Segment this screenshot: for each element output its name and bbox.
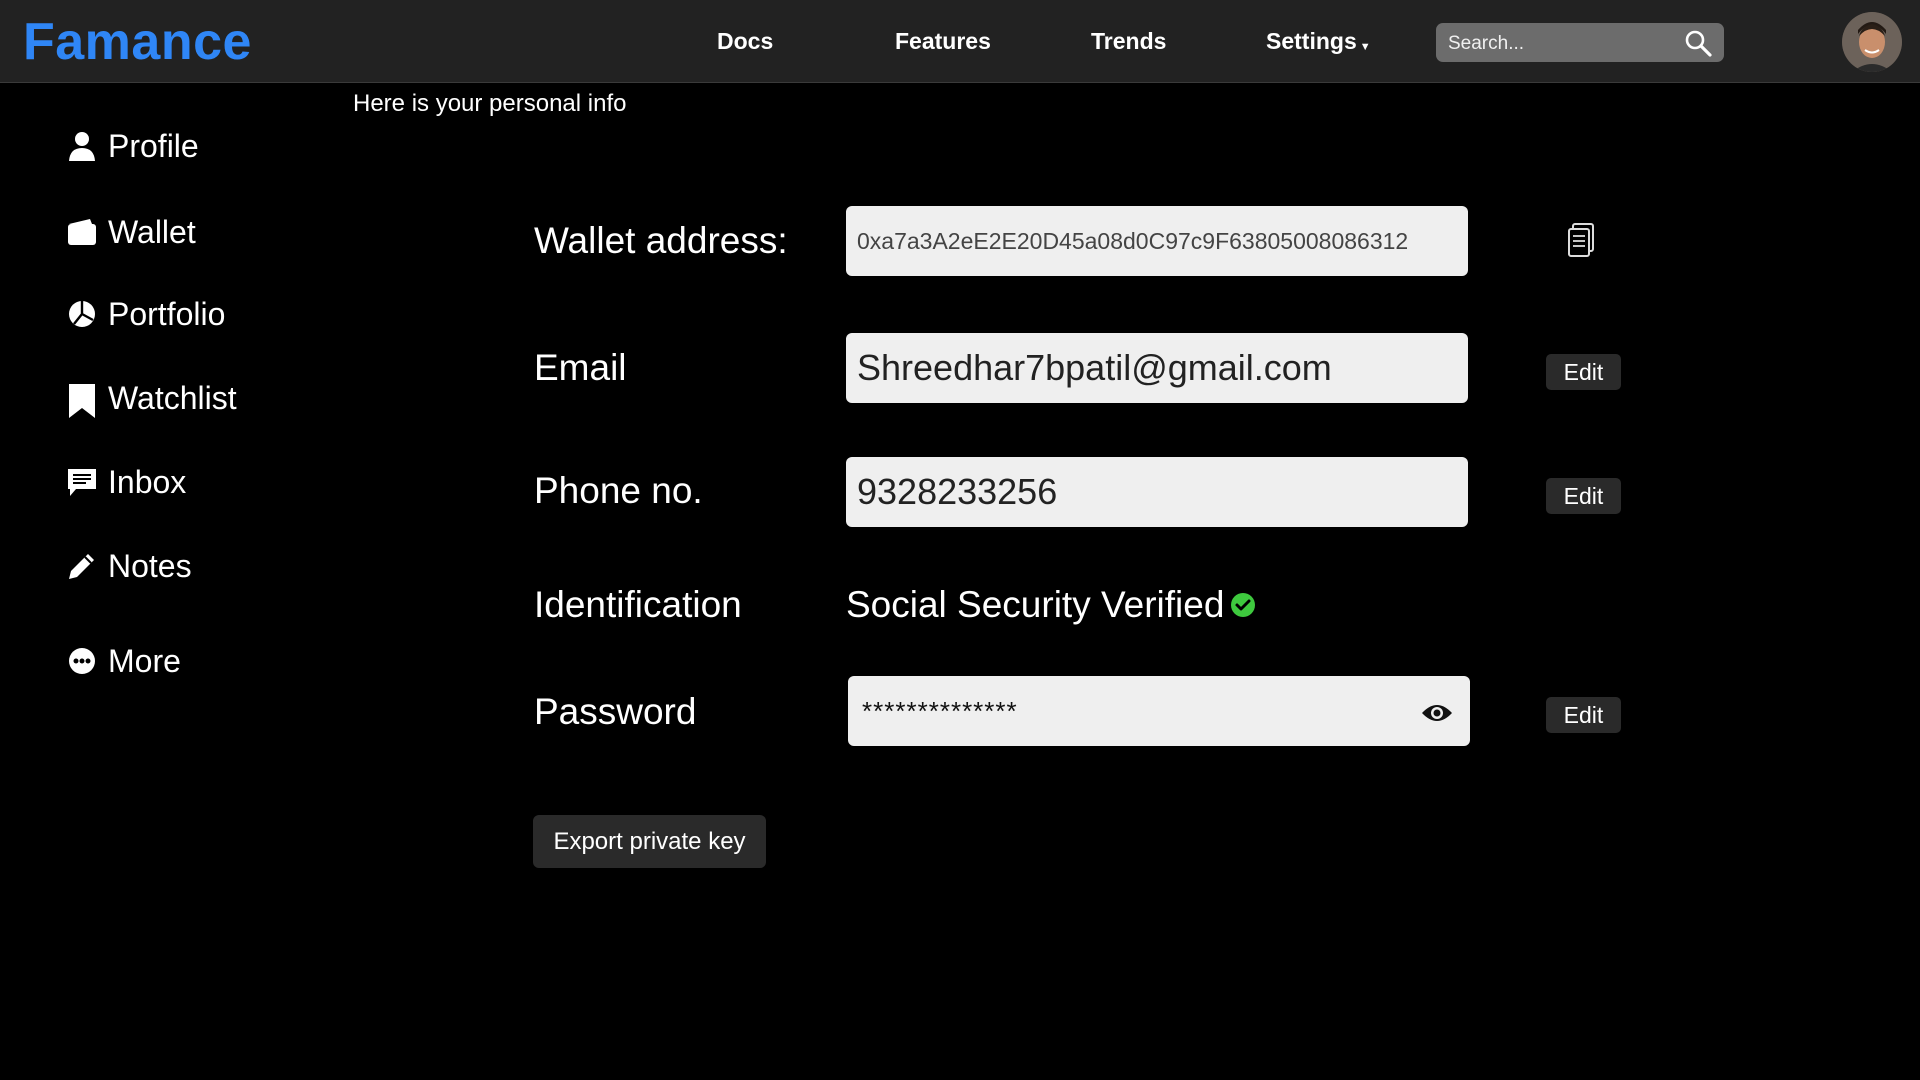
sidebar-item-watchlist[interactable]: Watchlist <box>66 378 237 418</box>
identification-value: Social Security Verified <box>846 584 1225 625</box>
nav-settings-dropdown[interactable]: Settings ▼ <box>1266 28 1371 55</box>
sidebar-item-label: Inbox <box>108 463 187 500</box>
nav-docs-link[interactable]: Docs <box>717 28 773 55</box>
sidebar-item-more[interactable]: More <box>66 641 181 681</box>
verified-check-icon <box>1231 593 1256 617</box>
more-dots-icon <box>66 645 98 677</box>
wallet-address-field[interactable]: 0xa7a3A2eE2E20D45a08d0C97c9F638050080863… <box>846 206 1468 276</box>
export-private-key-button[interactable]: Export private key <box>533 815 766 868</box>
password-field[interactable]: ************** <box>848 676 1470 746</box>
email-field[interactable]: Shreedhar7bpatil@gmail.com <box>846 333 1468 403</box>
eye-icon[interactable] <box>1420 701 1454 725</box>
nav-features-link[interactable]: Features <box>895 28 991 55</box>
sidebar-item-notes[interactable]: Notes <box>66 546 192 586</box>
identification-status: Social Security Verified <box>846 584 1256 626</box>
page-intro-text: Here is your personal info <box>353 90 627 117</box>
bookmark-icon <box>66 382 98 418</box>
email-edit-button[interactable]: Edit <box>1546 354 1621 390</box>
sidebar-item-label: Watchlist <box>108 379 237 416</box>
wallet-address-label: Wallet address: <box>534 220 788 261</box>
search-icon[interactable] <box>1684 29 1712 57</box>
message-icon <box>66 466 98 498</box>
sidebar-item-inbox[interactable]: Inbox <box>66 462 186 502</box>
brand-logo[interactable]: Famance <box>23 12 252 72</box>
phone-edit-button[interactable]: Edit <box>1546 478 1621 514</box>
sidebar-item-profile[interactable]: Profile <box>66 126 199 166</box>
phone-label: Phone no. <box>534 470 703 511</box>
search-input[interactable] <box>1446 23 1670 64</box>
top-navigation-bar: Famance Docs Features Trends Settings ▼ <box>0 0 1920 83</box>
nav-settings-label: Settings <box>1266 28 1357 54</box>
email-label: Email <box>534 347 627 388</box>
pie-chart-icon <box>66 298 98 330</box>
password-label: Password <box>534 691 697 732</box>
person-icon <box>66 130 98 162</box>
sidebar-item-wallet[interactable]: Wallet <box>66 212 196 252</box>
sidebar-item-label: Portfolio <box>108 295 226 332</box>
password-value: ************** <box>862 695 1018 726</box>
sidebar-item-label: Profile <box>108 127 199 164</box>
user-avatar[interactable] <box>1842 12 1902 72</box>
sidebar-item-label: Notes <box>108 547 192 584</box>
sidebar-item-label: Wallet <box>108 213 196 250</box>
nav-trends-link[interactable]: Trends <box>1091 28 1166 55</box>
sidebar-item-label: More <box>108 642 181 679</box>
identification-label: Identification <box>534 584 742 625</box>
sidebar-item-portfolio[interactable]: Portfolio <box>66 294 225 334</box>
caret-down-icon: ▼ <box>1359 41 1371 53</box>
search-bar[interactable] <box>1436 23 1724 64</box>
password-edit-button[interactable]: Edit <box>1546 697 1621 733</box>
phone-field[interactable]: 9328233256 <box>846 457 1468 527</box>
copy-icon[interactable] <box>1567 223 1595 258</box>
wallet-icon <box>66 216 98 248</box>
avatar-portrait-icon <box>1842 12 1902 72</box>
pencil-icon <box>66 550 98 582</box>
